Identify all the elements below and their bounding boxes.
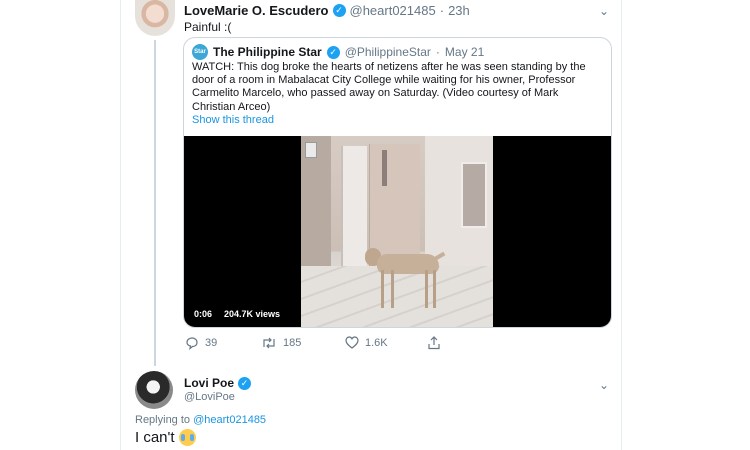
retweet-button[interactable]: 185 bbox=[261, 336, 301, 350]
share-button[interactable] bbox=[427, 336, 441, 350]
reply-button[interactable]: 39 bbox=[185, 336, 217, 350]
dog-leg bbox=[425, 270, 428, 308]
video-window bbox=[461, 162, 487, 228]
tweet1-author-name[interactable]: LoveMarie O. Escudero bbox=[184, 3, 329, 18]
dog-leg bbox=[391, 270, 394, 308]
tweet1-text: Painful :( bbox=[184, 20, 232, 34]
tweet1-separator: · bbox=[439, 3, 445, 18]
video-wall-sign bbox=[305, 142, 317, 158]
show-thread-link[interactable]: Show this thread bbox=[192, 114, 274, 126]
video-duration: 0:06 bbox=[190, 307, 217, 321]
replying-to-line: Replying to @heart021485 bbox=[135, 414, 266, 426]
tweet1-author-handle[interactable]: @heart021485 bbox=[350, 3, 436, 18]
verified-badge-icon: ✓ bbox=[238, 376, 252, 390]
tweet-action-bar: 39 185 1.6K bbox=[183, 336, 483, 350]
thread-connector-line bbox=[154, 40, 156, 366]
like-count: 1.6K bbox=[365, 336, 388, 349]
tweet2-author-handle[interactable]: @LoviPoe bbox=[184, 391, 235, 403]
tweet1-header: LoveMarie O. Escudero ✓ @heart021485 · 2… bbox=[184, 3, 470, 18]
chevron-down-icon[interactable]: ⌄ bbox=[599, 4, 609, 18]
loudly-crying-face-icon bbox=[178, 429, 196, 446]
video-floor bbox=[301, 266, 493, 327]
quoted-date[interactable]: May 21 bbox=[445, 45, 484, 59]
like-button[interactable]: 1.6K bbox=[345, 336, 388, 349]
retweet-icon bbox=[263, 337, 275, 349]
verified-badge-icon: ✓ bbox=[326, 45, 340, 59]
video-overlay: 0:06 204.7K views bbox=[190, 307, 285, 321]
tweet2-header: Lovi Poe ✓ bbox=[184, 376, 252, 390]
replying-to-label: Replying to bbox=[135, 414, 191, 426]
heart-icon bbox=[345, 336, 359, 349]
dog-body bbox=[377, 254, 439, 274]
tweet2-text-row: I can't bbox=[135, 429, 196, 446]
avatar-lovi-poe[interactable] bbox=[135, 371, 173, 409]
video-player[interactable]: 0:06 204.7K views bbox=[184, 136, 611, 327]
quoted-author-name[interactable]: The Philippine Star bbox=[213, 45, 322, 59]
quoted-tweet-header: Star The Philippine Star ✓ @PhilippineSt… bbox=[192, 44, 484, 60]
quoted-tweet-text: WATCH: This dog broke the hearts of neti… bbox=[192, 61, 586, 113]
video-view-count: 204.7K views bbox=[220, 307, 285, 321]
reply-count: 39 bbox=[205, 337, 218, 349]
share-icon bbox=[428, 336, 440, 350]
retweet-count: 185 bbox=[283, 337, 302, 349]
quoted-tweet-card[interactable]: Star The Philippine Star ✓ @PhilippineSt… bbox=[183, 37, 612, 328]
quoted-separator: · bbox=[435, 45, 440, 59]
quoted-author-handle[interactable]: @PhilippineStar bbox=[345, 45, 431, 59]
chevron-down-icon[interactable]: ⌄ bbox=[599, 378, 609, 392]
replying-to-link[interactable]: @heart021485 bbox=[193, 414, 266, 426]
tweet2-author-name[interactable]: Lovi Poe bbox=[184, 376, 234, 390]
dog-leg bbox=[381, 270, 384, 308]
dog-leg bbox=[433, 270, 436, 308]
reply-icon bbox=[186, 337, 198, 350]
philippine-star-logo: Star bbox=[192, 44, 208, 60]
video-frame bbox=[301, 136, 493, 327]
verified-badge-icon: ✓ bbox=[332, 4, 346, 17]
tweet2-text: I can't bbox=[135, 429, 175, 446]
tweet1-time[interactable]: 23h bbox=[448, 3, 470, 18]
